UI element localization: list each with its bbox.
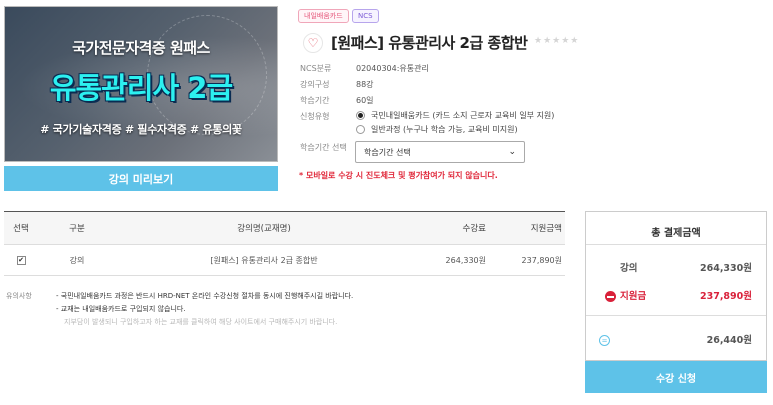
ncs-label: NCS분류 — [300, 64, 332, 73]
radio-option-label: 일반과정 (누구나 학습 가능, 교육비 미지원) — [371, 125, 518, 134]
row-fee: 264,330원 — [445, 255, 486, 265]
preview-button[interactable]: 강의 미리보기 — [4, 166, 278, 191]
summary-support-value: 237,890원 — [699, 291, 752, 302]
period-select[interactable]: 학습기간 선택 ⌄ — [355, 141, 525, 163]
summary-support-label: 지원금 — [620, 291, 647, 302]
summary-lecture-label: 강의 — [620, 263, 638, 274]
course-detail-page: 국가전문자격증 원패스 유통관리사 2급 # 국가기술자격증 # 필수자격증 #… — [0, 0, 773, 405]
row-support: 237,890원 — [521, 255, 562, 265]
compose-value: 88강 — [356, 80, 374, 89]
tag-naeil-card: 내일배움카드 — [298, 9, 349, 23]
banner-subtitle: 국가전문자격증 원패스 — [72, 39, 210, 57]
period-label: 학습기간 — [300, 96, 330, 105]
apply-type-label: 신청유형 — [300, 112, 330, 121]
summary-lecture-value: 264,330원 — [699, 263, 752, 274]
summary-total: 26,440원 — [586, 332, 766, 346]
heart-icon[interactable]: ♡ — [303, 33, 323, 53]
radio-option-general[interactable]: 일반과정 (누구나 학습 가능, 교육비 미지원) — [356, 124, 518, 135]
row-type: 강의 — [69, 255, 85, 265]
header-name: 강의명(교재명) — [237, 224, 291, 234]
header-support: 지원금액 — [530, 224, 562, 234]
table-row: ✔ 강의 [원패스] 유통관리사 2급 종합반 264,330원 237,890… — [4, 245, 565, 276]
rating-stars: ★★★★★ — [534, 36, 580, 46]
header-select: 선택 — [13, 224, 29, 234]
period-value: 60일 — [356, 96, 374, 105]
chevron-down-icon: ⌄ — [508, 147, 516, 157]
payment-summary: 총 결제금액 강의 264,330원 지원금 237,890원 = 26,440… — [585, 211, 767, 361]
ncs-value: 02040304:유통관리 — [356, 64, 429, 73]
course-table: 선택 구분 강의명(교재명) 수강료 지원금액 ✔ 강의 [원패스] 유통관리사… — [4, 211, 565, 276]
radio-option-label: 국민내일배움카드 (카드 소지 근로자 교육비 일부 지원) — [371, 111, 555, 120]
period-select-label: 학습기간 선택 — [300, 143, 347, 152]
course-banner-image: 국가전문자격증 원패스 유통관리사 2급 # 국가기술자격증 # 필수자격증 #… — [4, 6, 278, 162]
tag-ncs: NCS — [352, 9, 379, 23]
note-line: 지부담이 발생되니 구입하고자 하는 교재를 클릭하여 해당 사이트에서 구매해… — [64, 318, 338, 326]
header-type: 구분 — [69, 224, 85, 234]
header-fee: 수강료 — [462, 224, 486, 234]
period-select-value: 학습기간 선택 — [364, 147, 411, 157]
summary-lecture: 강의 264,330원 — [586, 260, 766, 274]
radio-option-naeil-card[interactable]: 국민내일배움카드 (카드 소지 근로자 교육비 일부 지원) — [356, 110, 554, 121]
mobile-warning: * 모바일로 수강 시 진도체크 및 평가참여가 되지 않습니다. — [299, 171, 498, 180]
note-line: - 국민내일배움카드 과정은 반드시 HRD-NET 온라인 수강신청 절차를 … — [56, 292, 354, 300]
banner-hashtags: # 국가기술자격증 # 필수자격증 # 유통의꽃 — [40, 123, 242, 136]
apply-button[interactable]: 수강 신청 — [585, 361, 767, 393]
summary-support: 지원금 237,890원 — [586, 288, 766, 302]
radio-unselected-icon[interactable] — [356, 125, 365, 134]
summary-title: 총 결제금액 — [651, 228, 701, 239]
compose-label: 강의구성 — [300, 80, 330, 89]
note-line: - 교재는 내일배움카드로 구입되지 않습니다. — [56, 305, 186, 313]
course-title: [원패스] 유통관리사 2급 종합반 — [331, 34, 528, 52]
radio-selected-icon[interactable] — [356, 111, 365, 120]
table-header: 선택 구분 강의명(교재명) 수강료 지원금액 — [4, 211, 565, 245]
row-name: [원패스] 유통관리사 2급 종합반 — [210, 255, 318, 265]
row-checkbox[interactable]: ✔ — [16, 255, 26, 265]
banner-title: 유통관리사 2급 — [49, 71, 233, 105]
notes-label: 유의사항 — [6, 292, 32, 300]
summary-total-value: 26,440원 — [706, 335, 752, 346]
